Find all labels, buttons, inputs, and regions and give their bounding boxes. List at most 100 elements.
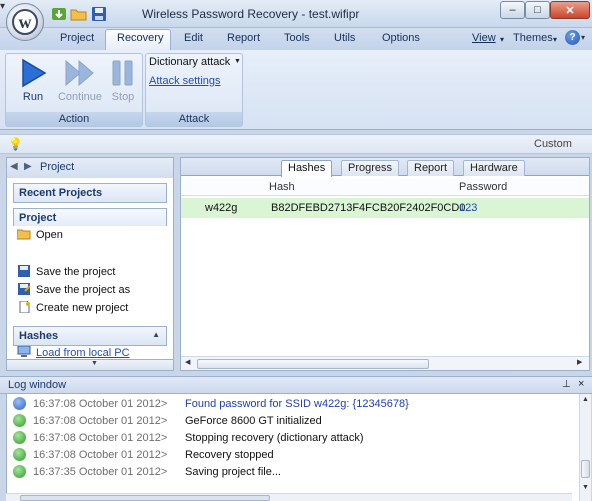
tab-options[interactable]: Options [382, 32, 420, 44]
check-icon [13, 448, 26, 461]
log-window-title: Log window [8, 379, 67, 391]
project-section-header: Project [13, 208, 167, 226]
hashes-view: Hashes Progress Report Hardware Hash Pas… [180, 157, 590, 371]
info-bar: 💡 Custom [0, 134, 592, 154]
run-button[interactable]: Run [12, 57, 54, 109]
tab-tools[interactable]: Tools [284, 32, 310, 44]
scrollbar-thumb[interactable] [197, 359, 429, 369]
computer-icon [17, 346, 31, 357]
tab-progress[interactable]: Progress [341, 160, 400, 176]
hashes-section-header[interactable]: Hashes ▲ [13, 326, 167, 346]
create-label: Create new project [36, 302, 129, 314]
close-button[interactable]: ✕ [550, 1, 590, 19]
minimize-button[interactable]: – [500, 1, 525, 19]
chevron-down-icon[interactable]: ▼ [234, 58, 241, 65]
back-arrow-icon[interactable]: ◀ [10, 161, 18, 172]
app-logo-icon: w [12, 9, 38, 35]
open-folder-icon [17, 229, 31, 240]
view-caret-icon: ▾ [500, 35, 505, 44]
project-section-label: Project [19, 212, 57, 224]
log-time: 16:37:08 October 01 2012> [33, 398, 168, 410]
column-password[interactable]: Password [459, 181, 507, 193]
cell-hash: B82DFEBD2713F4FCB20F2402F0CD0... [271, 202, 475, 214]
help-icon[interactable]: ? [565, 30, 580, 45]
vertical-scrollbar[interactable]: ▲ ▼ [579, 394, 591, 501]
tab-report[interactable]: Report [407, 160, 455, 176]
forward-arrow-icon[interactable]: ▶ [24, 161, 32, 172]
tab-utils[interactable]: Utils [334, 32, 355, 44]
chevron-down-icon: ▼ [91, 360, 98, 367]
table-row[interactable]: w422g B82DFEBD2713F4FCB20F2402F0CD0... 1… [181, 198, 589, 218]
log-message: Recovery stopped [185, 449, 274, 461]
save-project-as-item[interactable]: Save the project as [17, 283, 130, 296]
stop-button[interactable]: Stop [106, 57, 140, 109]
log-horizontal-scrollbar[interactable] [6, 493, 572, 501]
check-icon [13, 465, 26, 478]
scrollbar-thumb[interactable] [20, 495, 270, 501]
save-as-label: Save the project as [36, 284, 131, 296]
collapse-icon[interactable]: ▲ [152, 330, 160, 339]
tab-hardware[interactable]: Hardware [463, 160, 525, 176]
log-time: 16:37:08 October 01 2012> [33, 415, 168, 427]
view-tab-bar: Hashes Progress Report Hardware [181, 158, 589, 177]
fast-forward-icon [65, 59, 94, 87]
load-from-pc-link[interactable]: Load from local PC [17, 346, 130, 359]
ribbon-tab-bar: Project Recovery Edit Report Tools Utils… [0, 28, 592, 50]
stop-label: Stop [111, 91, 135, 103]
tab-recovery[interactable]: Recovery [117, 32, 163, 44]
column-hash[interactable]: Hash [269, 181, 295, 193]
action-group-label: Action [6, 112, 142, 126]
log-message: Saving project file... [185, 466, 281, 478]
scroll-right-icon[interactable]: ▶ [577, 358, 582, 366]
title-bar: ▾ Wireless Password Recovery - test.wifi… [0, 0, 592, 28]
attack-type-dropdown[interactable]: Dictionary attack [149, 56, 230, 68]
scroll-up-icon[interactable]: ▲ [582, 396, 589, 403]
tab-report[interactable]: Report [227, 32, 260, 44]
log-list: 16:37:08 October 01 2012> Found password… [6, 394, 591, 501]
continue-button[interactable]: Continue [53, 57, 107, 109]
project-panel: ◀ ▶ Project Recent Projects Project Open… [6, 157, 174, 371]
info-icon [13, 397, 26, 410]
themes-menu[interactable]: Themes [513, 32, 553, 44]
open-project-item[interactable]: Open [17, 228, 63, 241]
close-icon[interactable]: × [578, 378, 584, 390]
tab-edit[interactable]: Edit [184, 32, 203, 44]
scrollbar-thumb[interactable] [581, 460, 590, 478]
open-label: Open [36, 229, 63, 241]
horizontal-scrollbar[interactable]: ◀ ▶ [181, 356, 589, 370]
log-message: Found password for SSID w422g: {12345678… [185, 398, 409, 410]
custom-label[interactable]: Custom [534, 138, 572, 150]
quick-access-more[interactable]: ▾ [0, 1, 5, 12]
open-folder-icon[interactable] [70, 5, 88, 23]
check-icon [13, 431, 26, 444]
pause-icon [112, 60, 133, 86]
load-label: Load from local PC [36, 347, 130, 359]
run-label: Run [22, 91, 44, 103]
create-project-item[interactable]: Create new project [17, 301, 128, 314]
new-document-icon [19, 301, 30, 313]
recent-projects-header[interactable]: Recent Projects [13, 183, 167, 203]
table-header: Hash Password [181, 178, 589, 196]
log-message: GeForce 8600 GT initialized [185, 415, 322, 427]
window-title: Wireless Password Recovery - test.wifipr [142, 7, 360, 21]
pin-icon[interactable]: ⊥ [562, 379, 571, 390]
help-caret-icon[interactable]: ▾ [581, 33, 585, 42]
scroll-down-icon[interactable]: ▼ [582, 484, 589, 491]
maximize-button[interactable]: □ [525, 1, 550, 19]
log-time: 16:37:08 October 01 2012> [33, 449, 168, 461]
tab-project[interactable]: Project [60, 32, 94, 44]
nav-project-label: Project [40, 161, 75, 173]
attack-group-label: Attack [146, 112, 242, 126]
save-icon[interactable] [90, 5, 108, 23]
save-project-item[interactable]: Save the project [17, 265, 116, 278]
panel-scroll-down[interactable]: ▼ [6, 359, 174, 371]
app-menu-button[interactable]: w [6, 3, 44, 41]
attack-settings-link[interactable]: Attack settings [149, 75, 221, 87]
download-icon[interactable] [50, 5, 68, 23]
tab-hashes[interactable]: Hashes [281, 160, 333, 177]
scroll-left-icon[interactable]: ◀ [185, 358, 190, 366]
themes-caret-icon: ▾ [553, 35, 558, 44]
hashes-section-label: Hashes [19, 330, 59, 342]
play-icon [22, 58, 47, 88]
view-menu[interactable]: View [472, 32, 496, 44]
